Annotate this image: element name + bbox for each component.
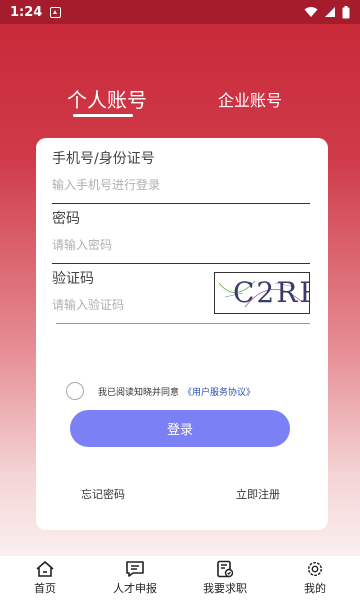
nav-mine[interactable]: 我的 — [280, 560, 350, 596]
agreement-text: 我已阅读知晓并同意 — [98, 387, 180, 398]
captcha-text: C2RR — [233, 276, 309, 309]
captcha-image[interactable]: C2RR — [214, 272, 310, 314]
signal-icon — [325, 7, 335, 17]
captcha-input[interactable] — [52, 298, 202, 312]
nav-talent-report[interactable]: 人才申报 — [100, 560, 170, 596]
phone-field: 手机号/身份证号 — [52, 148, 310, 204]
tab-enterprise-label: 企业账号 — [218, 91, 283, 110]
password-field: 密码 — [52, 208, 310, 264]
phone-input[interactable] — [52, 178, 310, 192]
nav-job-seek-label: 我要求职 — [203, 582, 247, 595]
bottom-nav: 首页 人才申报 我要求职 我的 — [0, 555, 360, 600]
active-tab-underline — [73, 114, 133, 117]
forgot-password-link[interactable]: 忘记密码 — [81, 486, 125, 502]
status-bar: 1:24 — [0, 0, 360, 24]
battery-icon — [342, 5, 350, 18]
notification-icon — [50, 6, 62, 18]
wifi-icon — [304, 7, 318, 17]
phone-underline — [52, 203, 310, 204]
gear-icon — [307, 561, 323, 577]
agreement-checkbox[interactable] — [66, 382, 84, 400]
tab-personal-account[interactable]: 个人账号 — [67, 84, 147, 117]
captcha-underline — [56, 323, 310, 324]
phone-label: 手机号/身份证号 — [52, 151, 155, 167]
login-card: 手机号/身份证号 密码 验证码 C2RR 我已阅读知晓并同意 《用户服务协议》 … — [36, 138, 328, 530]
nav-home[interactable]: 首页 — [10, 560, 80, 596]
home-icon — [36, 561, 54, 577]
agreement-row: 我已阅读知晓并同意 《用户服务协议》 — [66, 382, 255, 400]
register-link[interactable]: 立即注册 — [236, 486, 280, 502]
status-time: 1:24 — [10, 4, 43, 20]
password-underline — [52, 263, 310, 264]
password-label: 密码 — [52, 211, 80, 227]
nav-job-seek[interactable]: 我要求职 — [190, 560, 260, 596]
nav-mine-label: 我的 — [304, 582, 326, 595]
login-button[interactable]: 登录 — [70, 410, 290, 447]
tab-enterprise-account[interactable]: 企业账号 — [218, 87, 282, 111]
account-tabs: 个人账号 企业账号 — [0, 84, 360, 124]
agreement-link[interactable]: 《用户服务协议》 — [183, 385, 255, 398]
tab-personal-label: 个人账号 — [67, 88, 147, 112]
nav-talent-report-label: 人才申报 — [113, 582, 157, 595]
message-icon — [126, 561, 144, 577]
job-icon — [217, 560, 234, 578]
nav-home-label: 首页 — [34, 582, 56, 595]
password-input[interactable] — [52, 238, 310, 252]
captcha-field: 验证码 C2RR — [52, 268, 310, 324]
